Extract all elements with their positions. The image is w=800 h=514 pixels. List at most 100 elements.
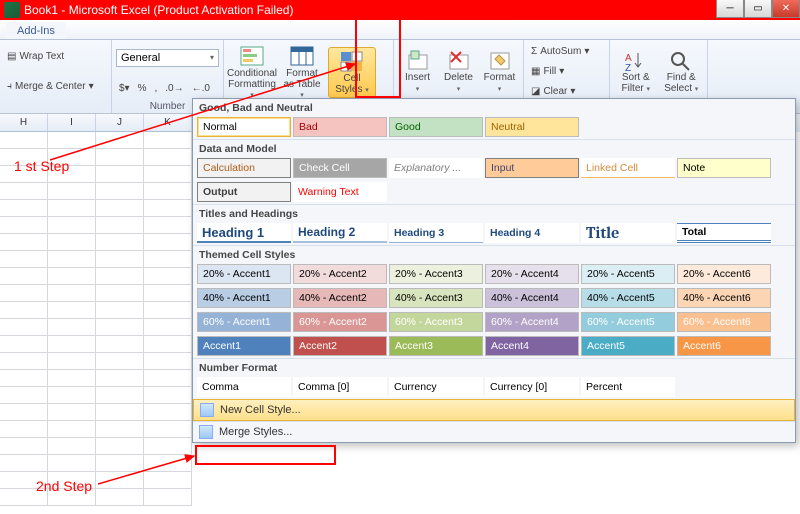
- cell[interactable]: [144, 234, 192, 251]
- cell[interactable]: [0, 217, 48, 234]
- currency-button[interactable]: $▾: [116, 82, 133, 95]
- cell[interactable]: [0, 353, 48, 370]
- cell[interactable]: [0, 472, 48, 489]
- cell[interactable]: [0, 200, 48, 217]
- format-as-table-button[interactable]: Format as Table ▾: [278, 42, 326, 104]
- cell[interactable]: [96, 132, 144, 149]
- cell[interactable]: [48, 132, 96, 149]
- cell[interactable]: [48, 302, 96, 319]
- cell[interactable]: [96, 149, 144, 166]
- cell[interactable]: [48, 166, 96, 183]
- cell[interactable]: [96, 200, 144, 217]
- cell[interactable]: [96, 387, 144, 404]
- style-normal[interactable]: Normal: [197, 117, 291, 137]
- style-linked-cell[interactable]: Linked Cell: [581, 158, 675, 178]
- cell[interactable]: [0, 166, 48, 183]
- style-40-accent2[interactable]: 40% - Accent2: [293, 288, 387, 308]
- cell[interactable]: [48, 268, 96, 285]
- close-button[interactable]: ✕: [772, 0, 800, 18]
- cell[interactable]: [96, 370, 144, 387]
- cell[interactable]: [0, 132, 48, 149]
- cell[interactable]: [0, 251, 48, 268]
- increase-decimal-button[interactable]: .0→: [162, 82, 186, 95]
- style-40-accent1[interactable]: 40% - Accent1: [197, 288, 291, 308]
- style-explanatory[interactable]: Explanatory ...: [389, 158, 483, 178]
- cell[interactable]: [144, 455, 192, 472]
- cell[interactable]: [144, 438, 192, 455]
- col-header[interactable]: K: [144, 114, 192, 132]
- cell[interactable]: [48, 336, 96, 353]
- cell[interactable]: [48, 489, 96, 506]
- style-total[interactable]: Total: [677, 223, 771, 243]
- cell-styles-button[interactable]: Cell Styles ▾: [328, 47, 376, 98]
- cell[interactable]: [48, 472, 96, 489]
- style-accent3[interactable]: Accent3: [389, 336, 483, 356]
- style-input[interactable]: Input: [485, 158, 579, 178]
- cell[interactable]: [48, 319, 96, 336]
- cell[interactable]: [0, 234, 48, 251]
- style-calculation[interactable]: Calculation: [197, 158, 291, 178]
- tab-addins[interactable]: Add-Ins: [6, 22, 66, 39]
- style-note[interactable]: Note: [677, 158, 771, 178]
- maximize-button[interactable]: ▭: [744, 0, 772, 18]
- delete-button[interactable]: Delete▾: [439, 46, 478, 97]
- cell[interactable]: [144, 149, 192, 166]
- sort-filter-button[interactable]: AZSort & Filter ▾: [614, 46, 658, 97]
- style-currency[interactable]: Currency: [389, 377, 483, 397]
- style-60-accent1[interactable]: 60% - Accent1: [197, 312, 291, 332]
- col-header[interactable]: J: [96, 114, 144, 132]
- style-comma0[interactable]: Comma [0]: [293, 377, 387, 397]
- cell[interactable]: [144, 319, 192, 336]
- cell[interactable]: [48, 387, 96, 404]
- style-20-accent4[interactable]: 20% - Accent4: [485, 264, 579, 284]
- merge-center-button[interactable]: ⫞Merge & Center▾: [4, 80, 107, 93]
- cell[interactable]: [96, 421, 144, 438]
- cell[interactable]: [144, 489, 192, 506]
- fill-button[interactable]: ▦Fill▾: [528, 65, 605, 78]
- cell[interactable]: [96, 251, 144, 268]
- style-40-accent4[interactable]: 40% - Accent4: [485, 288, 579, 308]
- style-40-accent3[interactable]: 40% - Accent3: [389, 288, 483, 308]
- number-format-dropdown[interactable]: General: [116, 49, 219, 67]
- cell[interactable]: [0, 302, 48, 319]
- cell[interactable]: [48, 234, 96, 251]
- cell[interactable]: [96, 353, 144, 370]
- cell[interactable]: [144, 200, 192, 217]
- cell[interactable]: [0, 421, 48, 438]
- find-select-button[interactable]: Find & Select ▾: [660, 46, 704, 97]
- style-heading1[interactable]: Heading 1: [197, 223, 291, 243]
- cell[interactable]: [144, 336, 192, 353]
- style-20-accent6[interactable]: 20% - Accent6: [677, 264, 771, 284]
- conditional-formatting-button[interactable]: Conditional Formatting ▾: [228, 42, 276, 104]
- style-output[interactable]: Output: [197, 182, 291, 202]
- cell[interactable]: [48, 200, 96, 217]
- cell[interactable]: [48, 183, 96, 200]
- style-heading4[interactable]: Heading 4: [485, 223, 579, 243]
- cell[interactable]: [96, 319, 144, 336]
- cell[interactable]: [96, 268, 144, 285]
- cell[interactable]: [0, 489, 48, 506]
- decrease-decimal-button[interactable]: ←.0: [189, 82, 213, 95]
- cell[interactable]: [0, 438, 48, 455]
- style-20-accent5[interactable]: 20% - Accent5: [581, 264, 675, 284]
- cell[interactable]: [144, 421, 192, 438]
- style-warning[interactable]: Warning Text: [293, 182, 387, 202]
- style-60-accent6[interactable]: 60% - Accent6: [677, 312, 771, 332]
- cell[interactable]: [144, 251, 192, 268]
- cell[interactable]: [48, 149, 96, 166]
- style-40-accent6[interactable]: 40% - Accent6: [677, 288, 771, 308]
- cell[interactable]: [96, 455, 144, 472]
- comma-button[interactable]: ,: [152, 82, 161, 95]
- style-bad[interactable]: Bad: [293, 117, 387, 137]
- cell[interactable]: [96, 302, 144, 319]
- merge-styles-menuitem[interactable]: Merge Styles...: [193, 421, 795, 442]
- style-accent2[interactable]: Accent2: [293, 336, 387, 356]
- cell[interactable]: [0, 370, 48, 387]
- insert-button[interactable]: Insert▾: [398, 46, 437, 97]
- style-60-accent5[interactable]: 60% - Accent5: [581, 312, 675, 332]
- cell[interactable]: [144, 285, 192, 302]
- style-20-accent1[interactable]: 20% - Accent1: [197, 264, 291, 284]
- style-heading2[interactable]: Heading 2: [293, 223, 387, 243]
- style-40-accent5[interactable]: 40% - Accent5: [581, 288, 675, 308]
- cell[interactable]: [48, 353, 96, 370]
